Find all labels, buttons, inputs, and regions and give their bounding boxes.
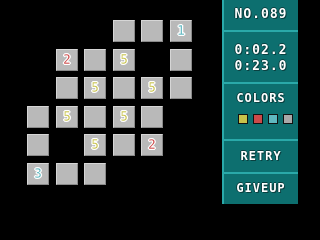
panel-divider <box>224 139 298 141</box>
tile-number: 2 <box>148 137 156 153</box>
blank-tile[interactable] <box>141 20 163 42</box>
blank-tile[interactable] <box>170 77 192 99</box>
tile-number: 5 <box>91 80 99 96</box>
blank-tile[interactable] <box>84 49 106 71</box>
blank-tile[interactable] <box>113 134 135 156</box>
blank-tile[interactable] <box>27 106 49 128</box>
retry-button[interactable]: RETRY <box>224 149 298 163</box>
number-tile[interactable]: 5 <box>113 106 135 128</box>
color-swatch-gray <box>283 114 293 124</box>
blank-tile[interactable] <box>84 106 106 128</box>
tile-number: 5 <box>120 52 128 68</box>
tile-number: 2 <box>63 52 71 68</box>
puzzle-board: 1 2 5 5 5 5 5 5 2 3 <box>0 0 220 204</box>
number-tile[interactable]: 5 <box>56 106 78 128</box>
tile-number: 5 <box>91 137 99 153</box>
blank-tile[interactable] <box>113 20 135 42</box>
panel-divider <box>224 30 298 32</box>
color-swatch-red <box>253 114 263 124</box>
puzzle-number: NO.089 <box>234 7 288 22</box>
blank-tile[interactable] <box>27 134 49 156</box>
color-swatch-cyan <box>268 114 278 124</box>
number-tile[interactable]: 1 <box>170 20 192 42</box>
blank-tile[interactable] <box>113 77 135 99</box>
time-elapsed: 0:02.2 <box>234 43 288 58</box>
giveup-button[interactable]: GIVEUP <box>224 181 298 195</box>
side-panel: NO.089 0:02.2 0:23.0 COLORS RETRY GIVEUP <box>222 0 298 204</box>
number-tile[interactable]: 5 <box>84 77 106 99</box>
number-tile[interactable]: 5 <box>84 134 106 156</box>
color-swatch-yellow <box>238 114 248 124</box>
time-limit: 0:23.0 <box>234 59 288 74</box>
panel-divider <box>224 172 298 174</box>
blank-tile[interactable] <box>84 163 106 185</box>
panel-divider <box>224 82 298 84</box>
blank-tile[interactable] <box>170 49 192 71</box>
number-tile[interactable]: 2 <box>56 49 78 71</box>
blank-tile[interactable] <box>56 77 78 99</box>
blank-tile[interactable] <box>141 106 163 128</box>
number-tile[interactable]: 3 <box>27 163 49 185</box>
blank-tile[interactable] <box>56 163 78 185</box>
colors-label: COLORS <box>236 91 286 105</box>
tile-number: 5 <box>148 80 156 96</box>
tile-number: 1 <box>177 23 185 39</box>
number-tile[interactable]: 5 <box>141 77 163 99</box>
tile-number: 5 <box>63 109 71 125</box>
tile-number: 5 <box>120 109 128 125</box>
tile-number: 3 <box>34 166 42 182</box>
number-tile[interactable]: 5 <box>113 49 135 71</box>
number-tile[interactable]: 2 <box>141 134 163 156</box>
